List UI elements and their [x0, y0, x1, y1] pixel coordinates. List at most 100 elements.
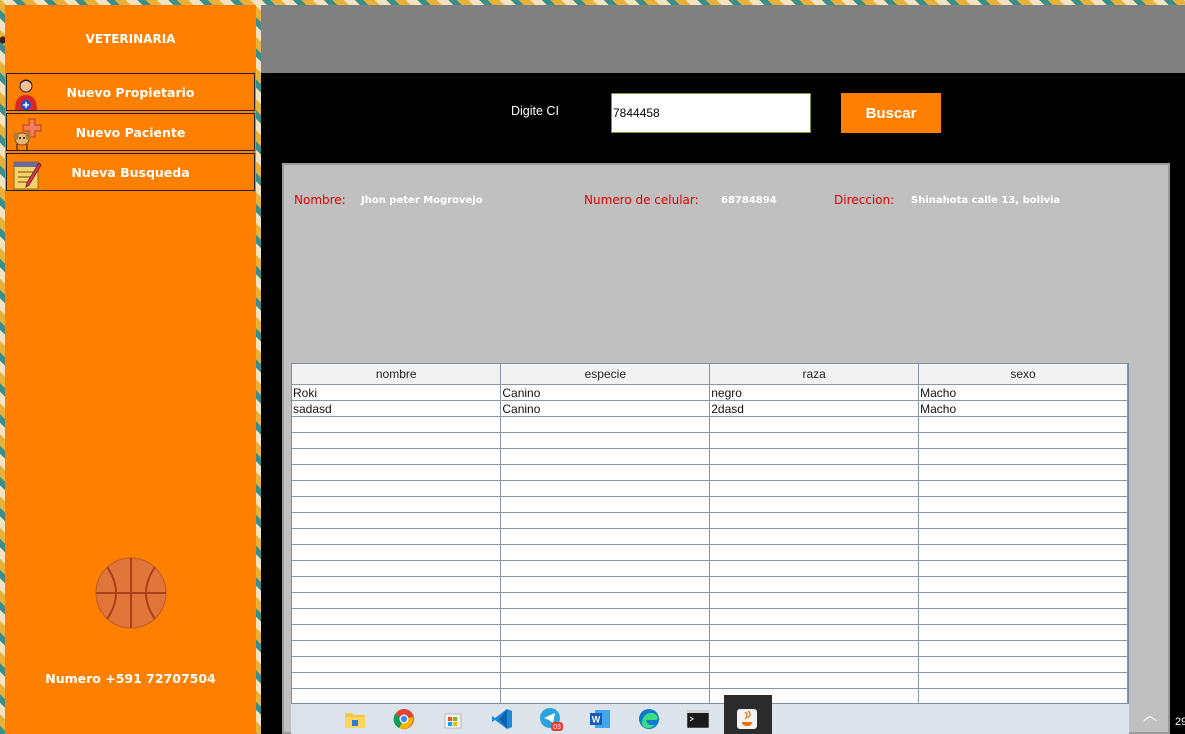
table-cell-empty[interactable] [500, 560, 711, 577]
table-row-empty[interactable] [292, 432, 1128, 449]
table-cell-empty[interactable] [918, 624, 1128, 641]
table-cell-sexo[interactable]: Macho [918, 400, 1128, 417]
sidebar-item-nuevo-propietario[interactable]: Nuevo Propietario [6, 73, 255, 111]
table-cell-empty[interactable] [709, 448, 920, 465]
table-row-empty[interactable] [292, 592, 1128, 609]
table-cell-especie[interactable]: Canino [500, 400, 711, 417]
table-cell-nombre[interactable]: sadasd [292, 400, 502, 417]
table-row-empty[interactable] [292, 528, 1128, 545]
table-cell-empty[interactable] [500, 432, 711, 449]
table-cell-empty[interactable] [918, 576, 1128, 593]
table-cell-empty[interactable] [918, 512, 1128, 529]
table-cell-empty[interactable] [709, 480, 920, 497]
table-cell-empty[interactable] [292, 448, 502, 465]
table-cell-empty[interactable] [292, 608, 502, 625]
table-cell-empty[interactable] [292, 416, 502, 433]
telegram-icon[interactable]: 03 [538, 707, 564, 731]
table-cell-empty[interactable] [500, 592, 711, 609]
table-cell-empty[interactable] [709, 672, 920, 689]
table-cell-empty[interactable] [709, 560, 920, 577]
ci-input[interactable] [611, 93, 811, 133]
table-cell-empty[interactable] [709, 592, 920, 609]
table-cell-empty[interactable] [709, 608, 920, 625]
table-cell-empty[interactable] [709, 464, 920, 481]
table-row-empty[interactable] [292, 464, 1128, 481]
table-cell-empty[interactable] [709, 432, 920, 449]
table-cell-empty[interactable] [709, 576, 920, 593]
word-icon[interactable]: W [587, 707, 613, 731]
table-cell-empty[interactable] [292, 592, 502, 609]
table-cell-empty[interactable] [709, 416, 920, 433]
table-cell-empty[interactable] [709, 544, 920, 561]
terminal-icon[interactable] [685, 707, 711, 731]
column-header-especie[interactable]: especie [500, 364, 711, 385]
table-cell-empty[interactable] [918, 640, 1128, 657]
store-icon[interactable] [440, 707, 466, 731]
table-row-empty[interactable] [292, 496, 1128, 513]
table-cell-empty[interactable] [709, 624, 920, 641]
sidebar-item-nuevo-paciente[interactable]: Nuevo Paciente [6, 113, 255, 151]
table-cell-empty[interactable] [500, 688, 711, 703]
tray-chevron-up-icon[interactable]: ︿ [1143, 705, 1157, 725]
table-cell-empty[interactable] [500, 624, 711, 641]
table-cell-empty[interactable] [500, 640, 711, 657]
chrome-icon[interactable] [391, 707, 417, 731]
table-cell-nombre[interactable]: Roki [292, 384, 502, 401]
table-row-empty[interactable] [292, 544, 1128, 561]
table-row-empty[interactable] [292, 448, 1128, 465]
table-cell-sexo[interactable]: Macho [918, 384, 1128, 401]
table-cell-empty[interactable] [292, 656, 502, 673]
column-header-nombre[interactable]: nombre [292, 364, 502, 385]
vscode-icon[interactable] [489, 707, 515, 731]
table-cell-empty[interactable] [709, 496, 920, 513]
file-explorer-icon[interactable] [342, 707, 368, 731]
patients-table[interactable]: nombre especie raza sexo Roki Canino negro… [291, 363, 1129, 704]
table-cell-empty[interactable] [918, 528, 1128, 545]
table-cell-empty[interactable] [918, 560, 1128, 577]
table-cell-empty[interactable] [292, 512, 502, 529]
table-cell-empty[interactable] [918, 416, 1128, 433]
table-cell-empty[interactable] [918, 448, 1128, 465]
table-cell-empty[interactable] [500, 576, 711, 593]
table-cell-empty[interactable] [918, 656, 1128, 673]
table-cell-empty[interactable] [500, 544, 711, 561]
table-cell-empty[interactable] [709, 512, 920, 529]
table-cell-empty[interactable] [292, 496, 502, 513]
table-cell-empty[interactable] [918, 688, 1128, 703]
table-cell-empty[interactable] [500, 656, 711, 673]
table-cell-empty[interactable] [709, 528, 920, 545]
table-cell-empty[interactable] [292, 432, 502, 449]
table-cell-empty[interactable] [500, 448, 711, 465]
table-row-empty[interactable] [292, 608, 1128, 625]
table-cell-empty[interactable] [292, 576, 502, 593]
table-cell-empty[interactable] [918, 672, 1128, 689]
sidebar-item-nueva-busqueda[interactable]: Nueva Busqueda [6, 153, 255, 191]
table-cell-empty[interactable] [500, 528, 711, 545]
table-cell-empty[interactable] [709, 656, 920, 673]
table-cell-empty[interactable] [292, 624, 502, 641]
column-header-raza[interactable]: raza [709, 364, 920, 385]
table-row[interactable]: sadasd Canino 2dasd Macho [292, 400, 1128, 417]
table-cell-empty[interactable] [292, 480, 502, 497]
table-cell-empty[interactable] [292, 560, 502, 577]
java-icon[interactable] [734, 707, 760, 731]
table-cell-empty[interactable] [500, 480, 711, 497]
table-row-empty[interactable] [292, 560, 1128, 577]
table-cell-empty[interactable] [918, 592, 1128, 609]
table-cell-empty[interactable] [500, 608, 711, 625]
table-cell-empty[interactable] [918, 464, 1128, 481]
table-row-empty[interactable] [292, 672, 1128, 689]
table-cell-especie[interactable]: Canino [500, 384, 711, 401]
table-cell-empty[interactable] [500, 496, 711, 513]
table-row-empty[interactable] [292, 656, 1128, 673]
edge-icon[interactable] [636, 707, 662, 731]
table-cell-empty[interactable] [918, 608, 1128, 625]
table-cell-empty[interactable] [292, 688, 502, 703]
table-cell-empty[interactable] [500, 464, 711, 481]
buscar-button[interactable]: Buscar [841, 93, 941, 133]
table-cell-empty[interactable] [292, 464, 502, 481]
table-row-empty[interactable] [292, 576, 1128, 593]
table-cell-empty[interactable] [500, 416, 711, 433]
table-cell-empty[interactable] [292, 672, 502, 689]
table-cell-empty[interactable] [709, 640, 920, 657]
